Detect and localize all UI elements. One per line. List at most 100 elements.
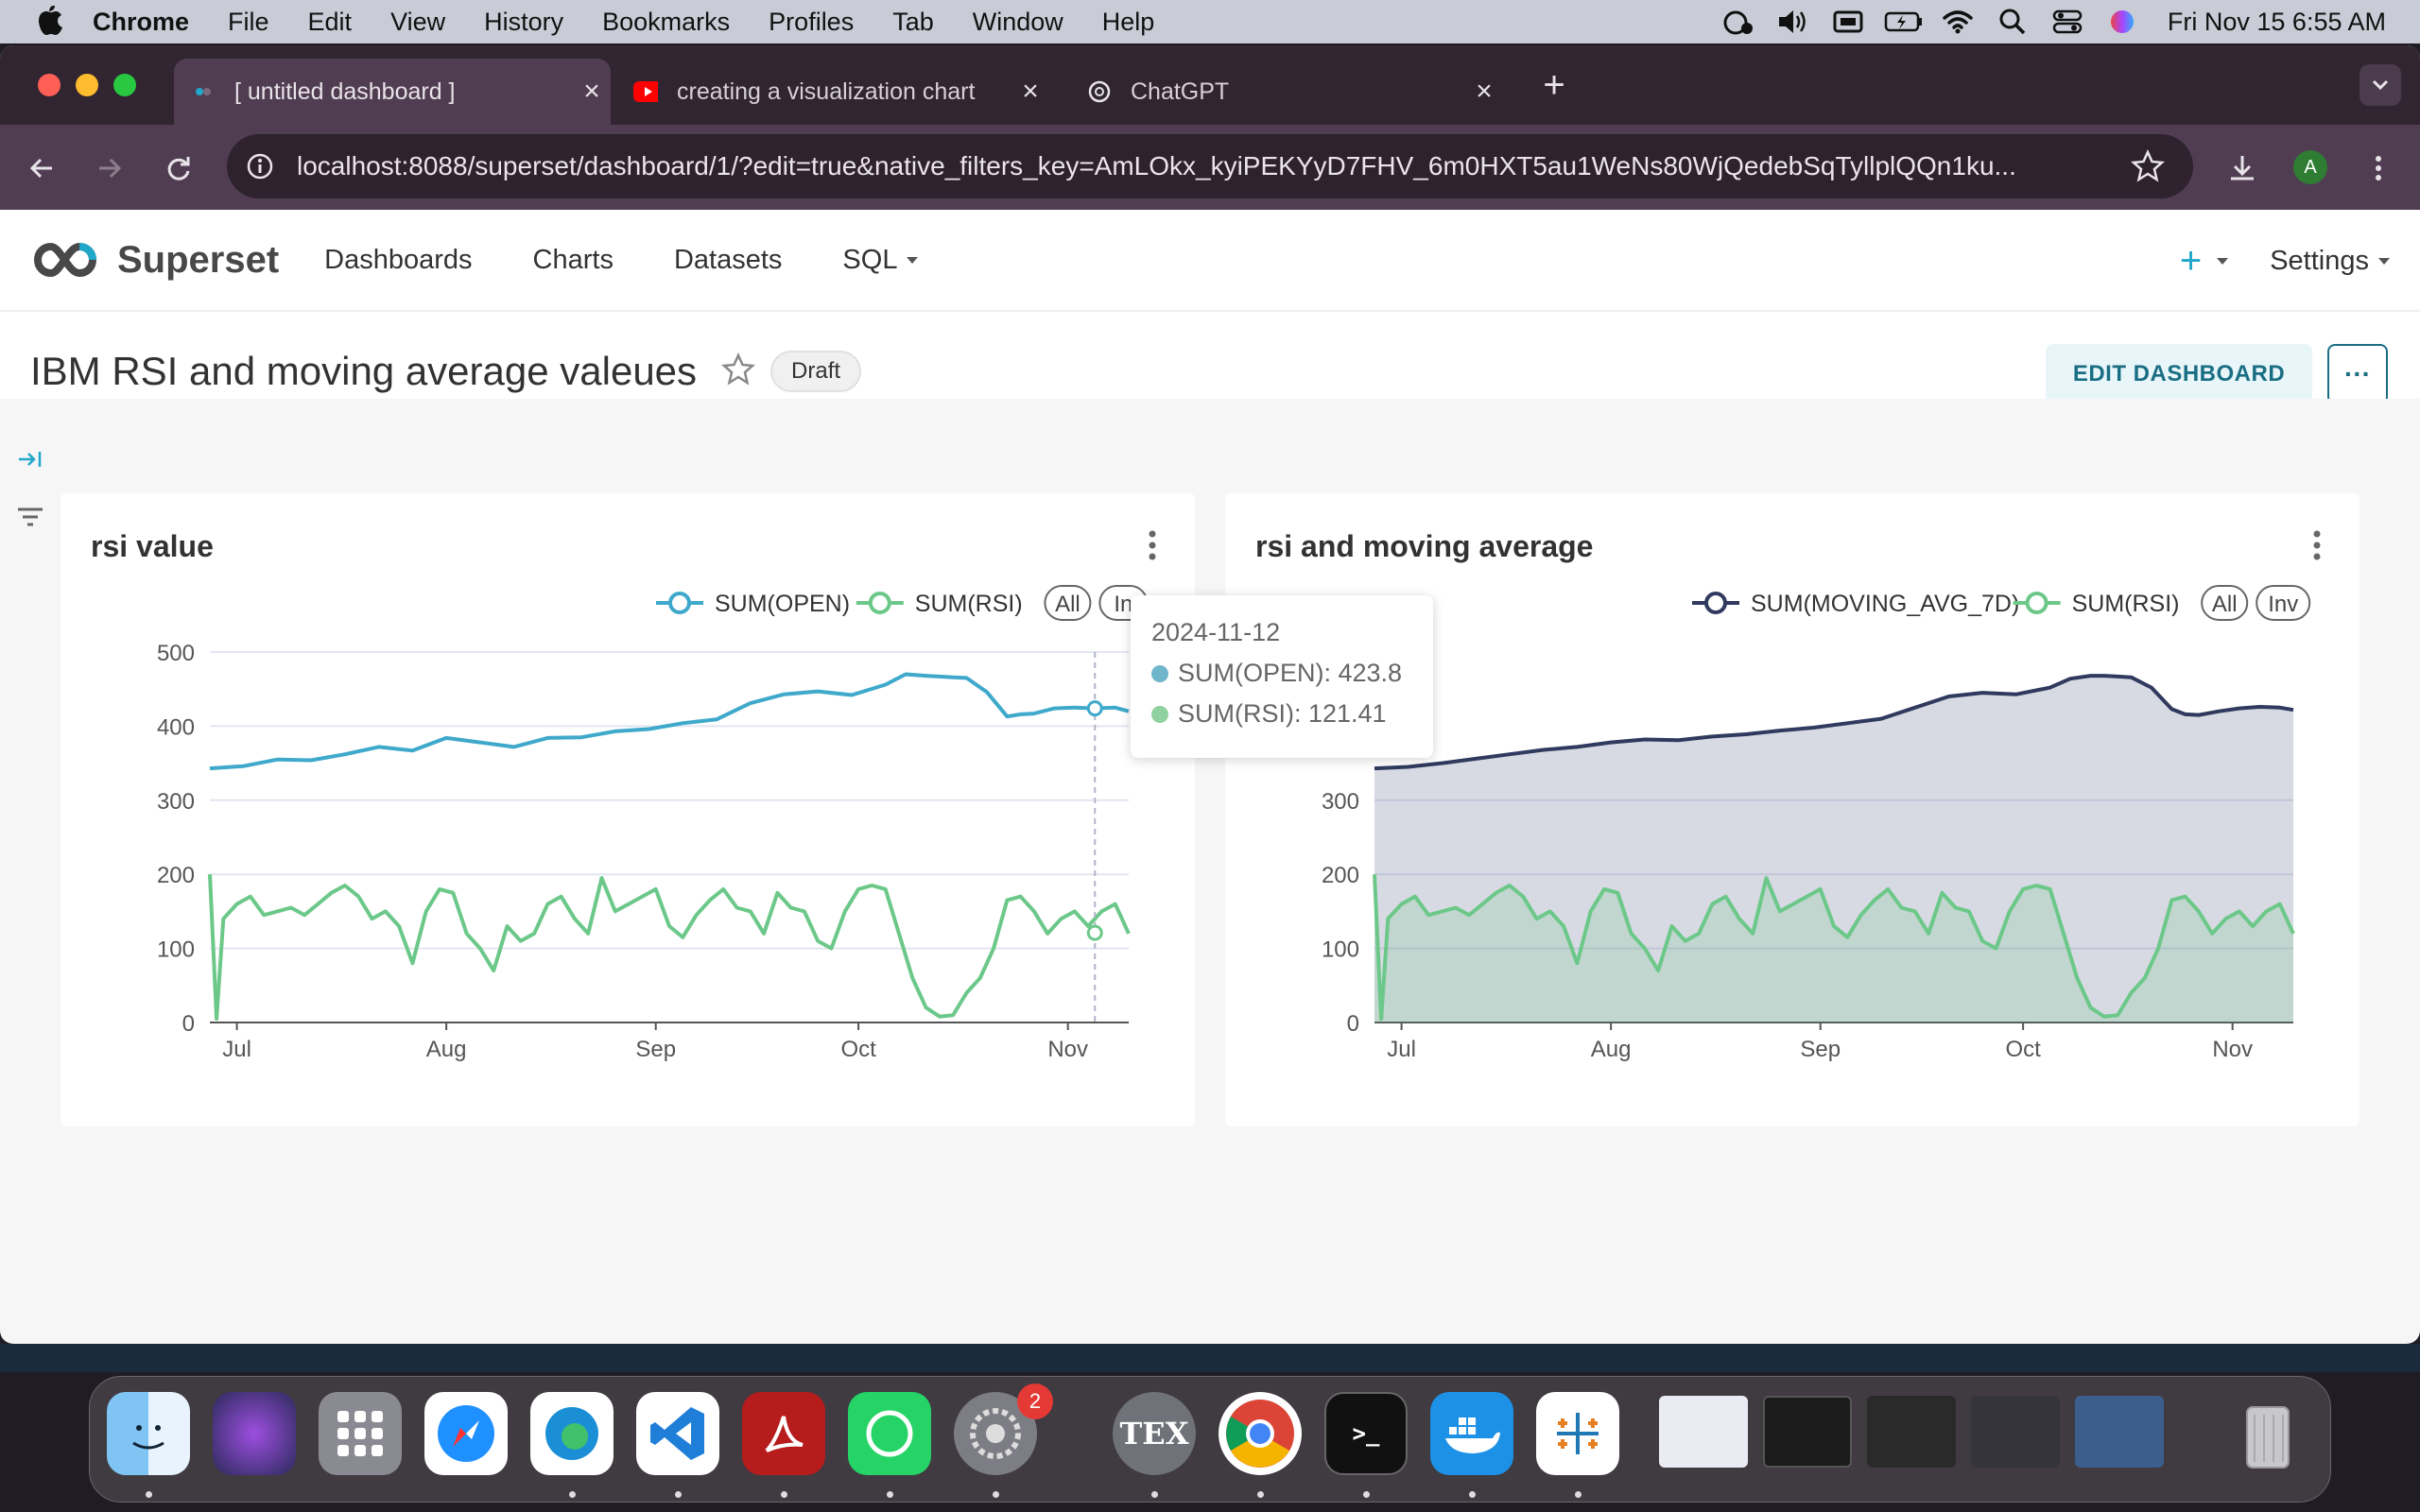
launchpad-icon[interactable]	[319, 1392, 402, 1475]
tab-chatgpt[interactable]: ChatGPT ×	[1087, 59, 1503, 125]
hover-point-rsi	[1086, 924, 1103, 941]
superset-logo[interactable]: Superset	[30, 239, 279, 282]
chart-menu-icon[interactable]	[1148, 529, 1157, 566]
whatsapp-icon[interactable]	[848, 1392, 931, 1475]
tab-strip: [ untitled dashboard ] × creating a visu…	[0, 45, 2420, 125]
browser-toolbar: localhost:8088/superset/dashboard/1/?edi…	[0, 125, 2420, 210]
menubar-clock[interactable]: Fri Nov 15 6:55 AM	[2168, 8, 2386, 37]
finder-icon[interactable]	[107, 1392, 190, 1475]
superset-navbar: Superset Dashboards Charts Datasets SQL …	[0, 210, 2420, 312]
tab-superset-dashboard[interactable]: [ untitled dashboard ] ×	[174, 59, 611, 125]
wifi-icon[interactable]	[1939, 8, 1977, 36]
chrome-app-icon[interactable]	[1219, 1392, 1302, 1475]
spotlight-search-icon[interactable]	[1994, 8, 2031, 36]
rsi-value-chart[interactable]: 0 100 200 300 400 500 Jul Aug Sep Oct Nov SUM(OPEN)…	[60, 493, 1195, 1126]
more-options-button[interactable]: ···	[2327, 344, 2388, 404]
docker-icon[interactable]	[1430, 1392, 1513, 1475]
y-tick-label: 100	[157, 937, 195, 963]
profile-avatar[interactable]: A	[2293, 150, 2327, 184]
legend-select-all-label: All	[1055, 592, 1080, 617]
close-window-button[interactable]	[38, 74, 60, 96]
apple-icon[interactable]	[36, 6, 64, 38]
menu-window[interactable]: Window	[973, 8, 1063, 37]
zoom-window-button[interactable]	[113, 74, 136, 96]
settings-menu[interactable]: Settings	[2270, 246, 2390, 277]
menu-tab[interactable]: Tab	[892, 8, 934, 37]
dashboard-title[interactable]: IBM RSI and moving average valeues	[30, 349, 697, 394]
nav-sql-menu[interactable]: SQL	[842, 244, 919, 276]
tab-youtube[interactable]: creating a visualization chart ×	[633, 59, 1049, 125]
y-tick-label: 300	[157, 789, 195, 815]
tab-close-icon[interactable]: ×	[1011, 76, 1049, 108]
reload-icon[interactable]	[157, 147, 199, 189]
acrobat-icon[interactable]	[742, 1392, 825, 1475]
background-window-strip	[0, 1344, 2420, 1372]
chrome-menu-icon[interactable]	[2358, 147, 2399, 189]
tableau-icon[interactable]	[1536, 1392, 1619, 1475]
youtube-favicon-icon	[633, 79, 658, 104]
siri-app-icon[interactable]	[213, 1392, 296, 1475]
chart-menu-icon[interactable]	[2312, 529, 2322, 566]
menu-file[interactable]: File	[228, 8, 269, 37]
trash-icon[interactable]	[2226, 1392, 2309, 1475]
siri-icon[interactable]	[2103, 8, 2141, 36]
back-arrow-icon[interactable]	[21, 147, 62, 189]
x-tick-label: Oct	[840, 1037, 876, 1062]
battery-icon[interactable]	[1884, 8, 1922, 36]
minimized-window-thumbnail[interactable]	[1659, 1396, 1748, 1468]
tab-close-icon[interactable]: ×	[573, 76, 611, 108]
tab-title: [ untitled dashboard ]	[234, 77, 456, 105]
minimized-window-thumbnail[interactable]	[1971, 1396, 2060, 1468]
nav-dashboards[interactable]: Dashboards	[324, 245, 472, 276]
tab-search-chevron-icon[interactable]	[2360, 64, 2401, 106]
accessibility-status-icon[interactable]	[1720, 8, 1757, 36]
nav-datasets[interactable]: Datasets	[674, 245, 782, 276]
control-center-icon[interactable]	[2048, 8, 2086, 36]
tex-shop-icon[interactable]: TEX	[1113, 1392, 1196, 1475]
minimized-window-thumbnail[interactable]	[2075, 1396, 2164, 1468]
downloads-icon[interactable]	[2221, 147, 2263, 189]
screen-sharing-icon[interactable]	[1829, 8, 1867, 36]
x-tick-label: Jul	[1387, 1037, 1416, 1062]
minimized-window-thumbnail[interactable]	[1763, 1396, 1852, 1468]
volume-icon[interactable]	[1774, 8, 1812, 36]
site-info-icon[interactable]	[244, 150, 276, 182]
address-bar[interactable]: localhost:8088/superset/dashboard/1/?edi…	[227, 134, 2193, 198]
vscode-icon[interactable]	[636, 1392, 719, 1475]
menu-bookmarks[interactable]: Bookmarks	[602, 8, 730, 37]
macos-menubar: Chrome File Edit View History Bookmarks …	[0, 0, 2420, 43]
series-line-open	[209, 672, 1130, 771]
x-tick-label: Jul	[222, 1037, 251, 1062]
tooltip-rsi-swatch	[1151, 705, 1168, 723]
edit-dashboard-button[interactable]: EDIT DASHBOARD	[2046, 344, 2312, 404]
legend-item: SUM(OPEN)	[715, 591, 850, 617]
minimize-window-button[interactable]	[76, 74, 98, 96]
menu-view[interactable]: View	[390, 8, 445, 37]
menu-help[interactable]: Help	[1102, 8, 1155, 37]
filter-icon[interactable]	[15, 504, 45, 530]
new-tab-icon[interactable]: +	[1535, 64, 1573, 107]
draft-status-badge[interactable]: Draft	[770, 351, 862, 392]
legend-item: SUM(RSI)	[915, 591, 1023, 617]
bookmark-star-icon[interactable]	[2130, 148, 2166, 188]
legend-item: SUM(MOVING_AVG_7D)	[1751, 591, 2019, 617]
terminal-icon[interactable]: >_	[1324, 1392, 1408, 1475]
menu-profiles[interactable]: Profiles	[769, 8, 854, 37]
expand-filter-panel-icon[interactable]	[15, 446, 45, 472]
rsi-moving-average-chart[interactable]: 0 100 200 300 Jul Aug Sep Oct Nov SUM(MOVING_AVG_…	[1225, 493, 2360, 1126]
nav-charts[interactable]: Charts	[533, 245, 614, 276]
safari-icon[interactable]	[424, 1392, 508, 1475]
new-item-menu[interactable]: +	[2180, 240, 2229, 283]
superset-favicon-icon	[191, 79, 216, 104]
nav-sql-label: SQL	[842, 244, 898, 275]
y-tick-label: 300	[1322, 789, 1359, 815]
tab-close-icon[interactable]: ×	[1465, 76, 1503, 108]
edge-icon[interactable]	[530, 1392, 614, 1475]
minimized-window-thumbnail[interactable]	[1867, 1396, 1956, 1468]
menu-history[interactable]: History	[484, 8, 563, 37]
url-text[interactable]: localhost:8088/superset/dashboard/1/?edi…	[297, 151, 2112, 181]
favorite-star-icon[interactable]	[721, 352, 756, 391]
forward-arrow-icon[interactable]	[89, 147, 130, 189]
menu-app-name[interactable]: Chrome	[93, 8, 189, 37]
menu-edit[interactable]: Edit	[308, 8, 353, 37]
